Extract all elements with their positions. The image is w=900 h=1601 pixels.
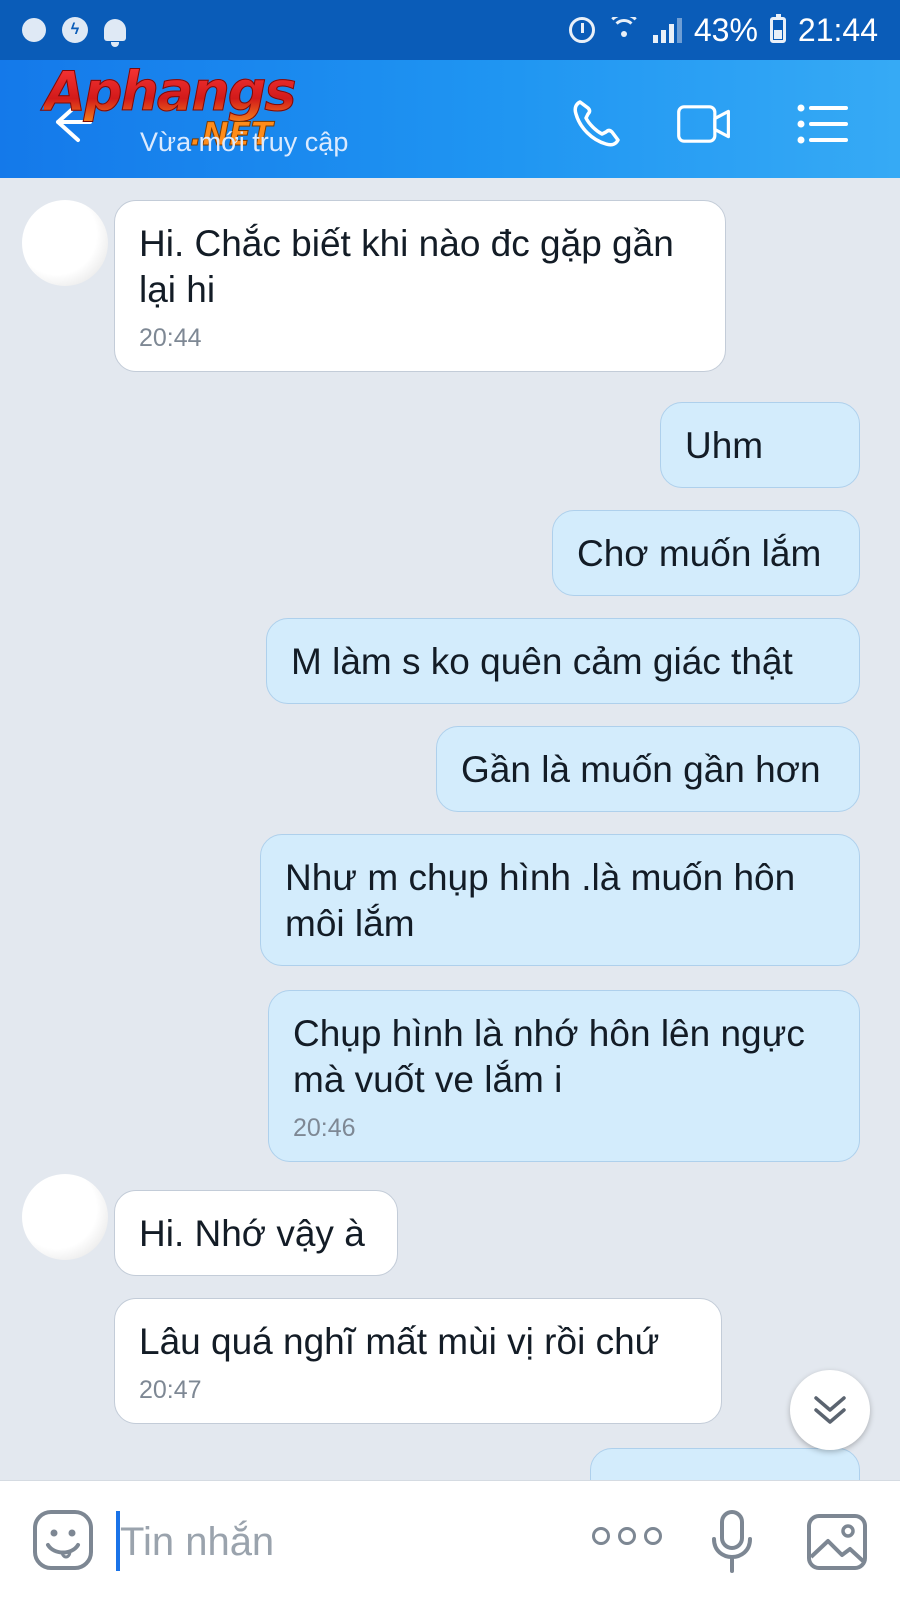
message-list[interactable]: Hi. Chắc biết khi nào đc gặp gần lại hi … [0,178,900,1480]
menu-list-icon[interactable] [794,96,850,152]
image-icon[interactable] [806,1513,868,1571]
contact-avatar[interactable] [22,1174,108,1260]
message-time: 20:46 [293,1114,356,1142]
message-input[interactable] [118,1503,562,1581]
message-bubble[interactable]: Như m chụp hình .là muốn hôn môi lắm [260,834,860,966]
signal-icon [652,17,682,43]
more-options-icon[interactable] [592,1527,662,1545]
status-system: 43% 21:44 [568,11,878,49]
message-time: 20:44 [139,324,202,352]
alarm-icon [568,17,595,43]
message-bubble[interactable]: Uhm [660,402,860,488]
message-text: Như m chụp hình .là muốn hôn môi lắm [285,857,796,944]
microphone-icon[interactable] [710,1509,754,1575]
message-text: M làm s ko quên cảm giác thật [291,641,793,682]
phone-icon[interactable] [568,96,624,152]
clock: 21:44 [797,11,878,48]
bell-icon [104,19,126,47]
chat-bubble-icon [22,18,46,42]
message-text: Gần là muốn gần hơn [461,749,821,790]
message-text: Lâu quá nghĩ mất mùi vị rồi chứ [139,1321,660,1362]
composer-bar [0,1480,900,1601]
message-bubble[interactable]: M làm s ko quên cảm giác thật [266,618,860,704]
message-bubble[interactable]: Hi. Chắc biết khi nào đc gặp gần lại hi … [114,200,726,372]
message-bubble[interactable]: Hi. Nhớ vậy à [114,1190,398,1276]
battery-percent: 43% [693,11,758,48]
battery-icon [769,14,786,43]
status-bar: ϟ 43% 21:44 [0,0,900,60]
contact-avatar[interactable] [22,200,108,286]
message-bubble[interactable]: Chụp hình là nhớ hôn lên ngực mà vuốt ve… [268,990,860,1162]
message-bubble[interactable]: Gần là muốn gần hơn [436,726,860,812]
message-text: Hi. Nhớ vậy à [139,1213,365,1254]
message-text: Chơ muốn lắm [577,533,822,574]
message-text: Chụp hình là nhớ hôn lên ngực mà vuốt ve… [293,1013,805,1100]
last-seen-status: Vừa mới truy cập [140,127,349,157]
message-bubble[interactable]: Chơ muốn lắm [552,510,860,596]
status-notifications: ϟ [22,17,126,47]
message-time: 20:47 [139,1376,202,1404]
chat-header: Aphangs .NET Vừa mới truy cập [0,60,900,178]
video-camera-icon[interactable] [676,96,732,152]
message-text: Hi. Chắc biết khi nào đc gặp gần lại hi [139,223,674,310]
emoji-icon[interactable] [32,1509,94,1571]
wifi-icon [607,17,641,43]
message-bubble[interactable]: Lâu quá nghĩ mất mùi vị rồi chứ 20:47 [114,1298,722,1424]
scroll-to-bottom-button[interactable] [790,1370,870,1450]
messenger-icon: ϟ [62,17,88,43]
message-text: Uhm [685,425,764,466]
double-chevron-down-icon [814,1396,846,1424]
message-bubble-partial[interactable] [590,1448,860,1480]
